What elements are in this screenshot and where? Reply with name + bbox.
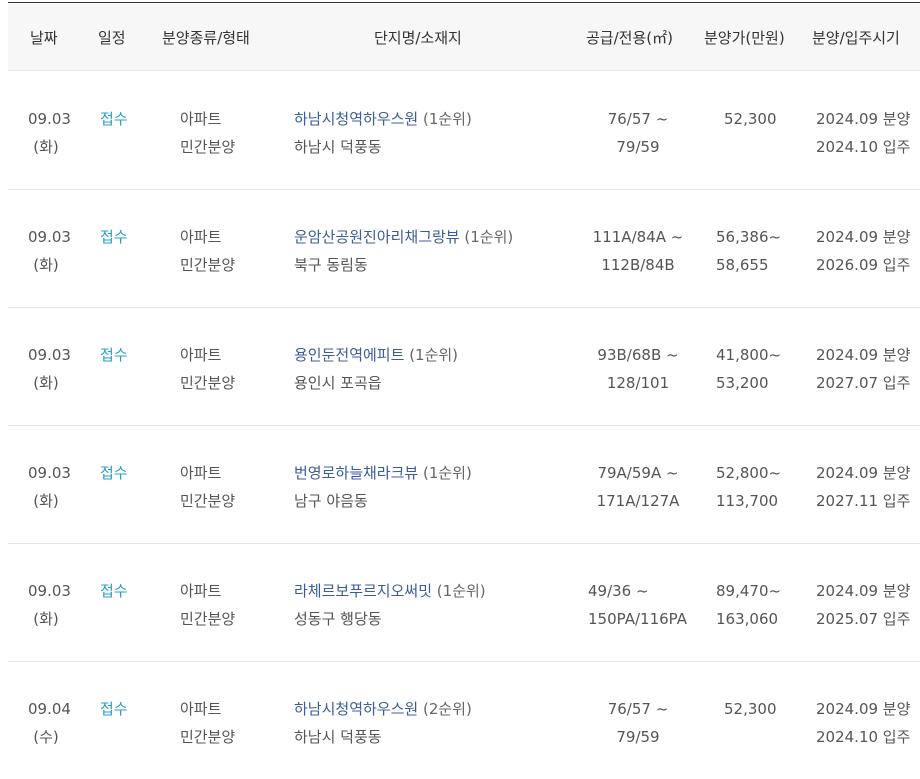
period-cell: 2024.09 분양 2025.07 입주: [816, 582, 911, 628]
table-row: 09.03 (화) 접수 아파트 민간분양 라체르보푸르지오써밋 (1순위) 성동구…: [8, 543, 920, 662]
area-cell: 79A/59A ~171A/127A: [596, 464, 680, 510]
complex-location: 북구 동림동: [294, 256, 368, 274]
type-cell: 아파트 민간분양: [180, 346, 236, 392]
table-row: 09.03 (화) 접수 아파트 민간분양 운암산공원진아리채그랑뷰 (1순위) 북…: [8, 189, 920, 308]
area-cell: 111A/84A ~112B/84B: [592, 228, 684, 274]
complex-cell: 라체르보푸르지오써밋 (1순위) 성동구 행당동: [294, 577, 486, 633]
table-row: 09.03 (화) 접수 아파트 민간분양 용인둔전역에피트 (1순위) 용인시 포…: [8, 307, 920, 426]
price-cell: 52,800~ 113,700: [716, 464, 782, 510]
price-cell: 89,470~ 163,060: [716, 582, 782, 628]
complex-cell: 하남시청역하우스원 (2순위) 하남시 덕풍동: [294, 695, 472, 751]
complex-cell: 하남시청역하우스원 (1순위) 하남시 덕풍동: [294, 105, 472, 161]
header-step: 일정: [98, 29, 126, 47]
type-cell: 아파트 민간분양: [180, 110, 236, 156]
complex-name-link[interactable]: 하남시청역하우스원 (1순위): [294, 105, 472, 133]
period-cell: 2024.09 분양 2026.09 입주: [816, 228, 911, 274]
header-period: 분양/입주시기: [812, 29, 900, 47]
header-type: 분양종류/형태: [162, 29, 250, 47]
period-cell: 2024.09 분양 2024.10 입주: [816, 700, 911, 746]
date-cell: 09.03 (화): [28, 582, 71, 628]
complex-location: 용인시 포곡읍: [294, 374, 382, 392]
type-cell: 아파트 민간분양: [180, 582, 236, 628]
area-cell: 93B/68B ~128/101: [597, 346, 679, 392]
step-link[interactable]: 접수: [100, 105, 128, 133]
complex-location: 하남시 덕풍동: [294, 728, 382, 746]
header-price: 분양가(만원): [704, 29, 785, 47]
date-cell: 09.03 (화): [28, 110, 71, 156]
step-link[interactable]: 접수: [100, 695, 128, 723]
step-link[interactable]: 접수: [100, 223, 128, 251]
date-cell: 09.03 (화): [28, 464, 71, 510]
step-link[interactable]: 접수: [100, 577, 128, 605]
header-area: 공급/전용(㎡): [586, 29, 673, 47]
complex-cell: 번영로하늘채라크뷰 (1순위) 남구 야음동: [294, 459, 472, 515]
period-cell: 2024.09 분양 2024.10 입주: [816, 110, 911, 156]
area-cell: 76/57 ~79/59: [607, 700, 669, 746]
type-cell: 아파트 민간분양: [180, 700, 236, 746]
date-cell: 09.04 (수): [28, 700, 71, 746]
complex-name-link[interactable]: 용인둔전역에피트 (1순위): [294, 341, 458, 369]
date-cell: 09.03 (화): [28, 228, 71, 274]
table-row: 09.03 (화) 접수 아파트 민간분양 번영로하늘채라크뷰 (1순위) 남구 야…: [8, 425, 920, 544]
price-cell: 52,300: [724, 110, 777, 128]
table-row: 09.03 (화) 접수 아파트 민간분양 하남시청역하우스원 (1순위) 하남시 …: [8, 71, 920, 190]
area-cell: 76/57 ~79/59: [607, 110, 669, 156]
step-link[interactable]: 접수: [100, 459, 128, 487]
complex-location: 남구 야음동: [294, 492, 368, 510]
price-cell: 52,300: [724, 700, 777, 718]
price-cell: 56,386~ 58,655: [716, 228, 782, 274]
header-date: 날짜: [30, 29, 58, 47]
period-cell: 2024.09 분양 2027.11 입주: [816, 464, 911, 510]
table-header: 날짜 일정 분양종류/형태 단지명/소재지 공급/전용(㎡) 분양가(만원) 분…: [8, 3, 920, 71]
price-cell: 41,800~ 53,200: [716, 346, 782, 392]
period-cell: 2024.09 분양 2027.07 입주: [816, 346, 911, 392]
complex-name-link[interactable]: 라체르보푸르지오써밋 (1순위): [294, 577, 486, 605]
complex-name-link[interactable]: 하남시청역하우스원 (2순위): [294, 695, 472, 723]
complex-cell: 용인둔전역에피트 (1순위) 용인시 포곡읍: [294, 341, 458, 397]
complex-name-link[interactable]: 번영로하늘채라크뷰 (1순위): [294, 459, 472, 487]
area-cell: 49/36 ~150PA/116PA: [588, 582, 688, 628]
table-row: 09.04 (수) 접수 아파트 민간분양 하남시청역하우스원 (2순위) 하남시 …: [8, 661, 920, 779]
header-complex: 단지명/소재지: [374, 29, 462, 47]
complex-cell: 운암산공원진아리채그랑뷰 (1순위) 북구 동림동: [294, 223, 513, 279]
date-cell: 09.03 (화): [28, 346, 71, 392]
complex-location: 하남시 덕풍동: [294, 138, 382, 156]
step-link[interactable]: 접수: [100, 341, 128, 369]
complex-location: 성동구 행당동: [294, 610, 382, 628]
subscription-schedule-table: 날짜 일정 분양종류/형태 단지명/소재지 공급/전용(㎡) 분양가(만원) 분…: [0, 0, 920, 775]
type-cell: 아파트 민간분양: [180, 228, 236, 274]
complex-name-link[interactable]: 운암산공원진아리채그랑뷰 (1순위): [294, 223, 513, 251]
type-cell: 아파트 민간분양: [180, 464, 236, 510]
